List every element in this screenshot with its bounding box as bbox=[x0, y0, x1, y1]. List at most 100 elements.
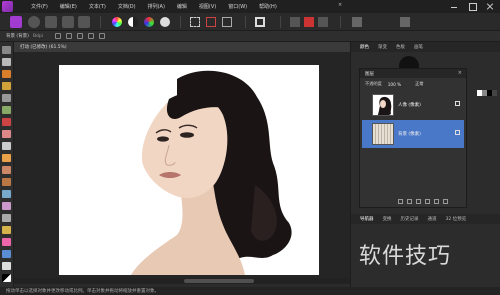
horizontal-scrollbar[interactable] bbox=[14, 278, 350, 284]
arrange-icon[interactable] bbox=[255, 17, 265, 27]
layer-visibility-checkbox[interactable] bbox=[455, 130, 460, 135]
grid-icon[interactable] bbox=[318, 17, 328, 27]
layer-row-portrait[interactable]: 人像 (像素) bbox=[362, 91, 464, 119]
view-tool-icon[interactable] bbox=[2, 46, 11, 54]
window-controls bbox=[442, 2, 496, 11]
close-window-icon[interactable] bbox=[484, 2, 496, 11]
healing-tool-icon[interactable] bbox=[2, 202, 11, 210]
burn-tool-icon[interactable] bbox=[2, 178, 11, 186]
snapping-icon[interactable] bbox=[290, 17, 300, 27]
layers-close-icon[interactable]: × bbox=[458, 70, 462, 76]
tab-transform[interactable]: 变换 bbox=[383, 216, 392, 222]
tonemap-persona-icon[interactable] bbox=[62, 16, 74, 28]
toolbar-separator bbox=[280, 16, 281, 28]
color-picker-icon[interactable] bbox=[112, 17, 122, 27]
tab-color[interactable]: 颜色 bbox=[360, 44, 369, 50]
menu-view[interactable]: 视图(V) bbox=[199, 3, 216, 10]
photo-persona-icon[interactable] bbox=[10, 16, 22, 28]
menu-items: 文件(F) 编辑(E) 文本(T) 文档(D) 排列(A) 编辑 视图(V) 窗… bbox=[31, 3, 289, 10]
layers-panel-title: 图层 bbox=[365, 72, 374, 77]
main-toolbar bbox=[0, 13, 500, 31]
levels-icon[interactable] bbox=[128, 17, 138, 27]
menu-file[interactable]: 文件(F) bbox=[31, 3, 48, 10]
layer-name-portrait: 人像 (像素) bbox=[398, 103, 421, 108]
develop-persona-icon[interactable] bbox=[45, 16, 57, 28]
shape-tool-icon[interactable] bbox=[2, 238, 11, 246]
magnet-icon[interactable] bbox=[304, 17, 314, 27]
app-logo-icon[interactable] bbox=[2, 1, 13, 12]
adjustment-layer-icon[interactable] bbox=[416, 198, 421, 204]
right-eye-shape bbox=[180, 132, 194, 138]
blur-tool-icon[interactable] bbox=[2, 214, 11, 222]
selection-icon[interactable] bbox=[190, 17, 200, 27]
canvas-area[interactable] bbox=[14, 52, 350, 278]
distribute-icon[interactable] bbox=[77, 33, 84, 39]
add-layer-icon[interactable] bbox=[398, 198, 403, 204]
minimize-icon[interactable] bbox=[448, 2, 460, 11]
transform-icon[interactable] bbox=[55, 33, 62, 39]
liquify-persona-icon[interactable] bbox=[28, 16, 40, 28]
selection-brush-icon[interactable] bbox=[2, 82, 11, 90]
blend-mode-select[interactable]: 正常 bbox=[415, 81, 423, 87]
move-tool-icon[interactable] bbox=[2, 58, 11, 66]
portrait-image bbox=[131, 70, 292, 275]
mask-layer-icon[interactable] bbox=[407, 198, 412, 204]
group-layer-icon[interactable] bbox=[434, 198, 439, 204]
document-canvas[interactable] bbox=[59, 65, 319, 275]
deselect-icon[interactable] bbox=[206, 17, 216, 27]
menu-arrange[interactable]: 排列(A) bbox=[148, 3, 165, 10]
menu-document[interactable]: 文档(D) bbox=[118, 3, 136, 10]
export-persona-icon[interactable] bbox=[78, 16, 90, 28]
document-close-icon[interactable]: × bbox=[338, 2, 342, 8]
navigator-panel-tabs: 导航器 变换 历史记录 通道 32 位预览 bbox=[351, 214, 500, 224]
align-icon[interactable] bbox=[66, 33, 73, 39]
marquee-tool-icon[interactable] bbox=[2, 94, 11, 102]
swatch-dark[interactable] bbox=[492, 90, 497, 96]
rectangle-tool-icon[interactable] bbox=[2, 250, 11, 258]
tab-gradient[interactable]: 渐变 bbox=[378, 44, 387, 50]
flip-icon[interactable] bbox=[88, 33, 95, 39]
live-filter-icon[interactable] bbox=[425, 198, 430, 204]
menu-edit[interactable]: 编辑(E) bbox=[60, 3, 77, 10]
tab-channels[interactable]: 通道 bbox=[428, 216, 437, 222]
tab-navigator[interactable]: 导航器 bbox=[360, 216, 374, 222]
rotate-icon[interactable] bbox=[99, 33, 106, 39]
menu-window[interactable]: 窗口(W) bbox=[228, 3, 247, 10]
tab-history[interactable]: 历史记录 bbox=[401, 216, 419, 222]
pen-tool-icon[interactable] bbox=[2, 226, 11, 234]
context-dpi-value[interactable]: Bdpi bbox=[33, 34, 43, 39]
hsl-icon[interactable] bbox=[144, 17, 154, 27]
opacity-value[interactable]: 100 % bbox=[388, 82, 401, 87]
menu-edit-2[interactable]: 编辑 bbox=[177, 3, 187, 10]
document-tab[interactable]: 打动 (已修改) (61.5%) bbox=[14, 42, 350, 52]
layer-row-background[interactable]: 背景 (像素) bbox=[362, 120, 464, 148]
color-swatch-strip[interactable] bbox=[477, 90, 497, 96]
clone-tool-icon[interactable] bbox=[2, 190, 11, 198]
horizontal-scroll-thumb[interactable] bbox=[184, 279, 254, 283]
text-tool-icon[interactable] bbox=[2, 262, 11, 270]
crop-tool-icon[interactable] bbox=[2, 70, 11, 78]
tab-32bit-preview[interactable]: 32 位预览 bbox=[446, 216, 467, 222]
assistant-icon[interactable] bbox=[352, 17, 362, 27]
invert-selection-icon[interactable] bbox=[222, 17, 232, 27]
delete-layer-icon[interactable] bbox=[443, 198, 448, 204]
menu-help[interactable]: 帮助(H) bbox=[259, 3, 277, 10]
color-replace-icon[interactable] bbox=[2, 130, 11, 138]
color-swatch-icon[interactable] bbox=[2, 274, 11, 282]
tab-brushes[interactable]: 画笔 bbox=[414, 44, 423, 50]
user-icon[interactable] bbox=[400, 17, 410, 27]
erase-brush-icon[interactable] bbox=[2, 142, 11, 150]
flood-select-icon[interactable] bbox=[2, 106, 11, 114]
document-tab-label: 打动 (已修改) (61.5%) bbox=[20, 45, 67, 50]
maximize-icon[interactable] bbox=[466, 2, 478, 11]
toolbar-separator bbox=[340, 16, 341, 28]
paint-brush-icon[interactable] bbox=[2, 118, 11, 126]
white-balance-icon[interactable] bbox=[160, 17, 170, 27]
toolbar-separator bbox=[245, 16, 246, 28]
tab-swatches[interactable]: 色板 bbox=[396, 44, 405, 50]
layer-visibility-checkbox[interactable] bbox=[455, 101, 460, 106]
dodge-tool-icon[interactable] bbox=[2, 166, 11, 174]
menu-text[interactable]: 文本(T) bbox=[89, 3, 106, 10]
layers-panel-header[interactable]: 图层 × bbox=[360, 69, 466, 78]
fill-tool-icon[interactable] bbox=[2, 154, 11, 162]
